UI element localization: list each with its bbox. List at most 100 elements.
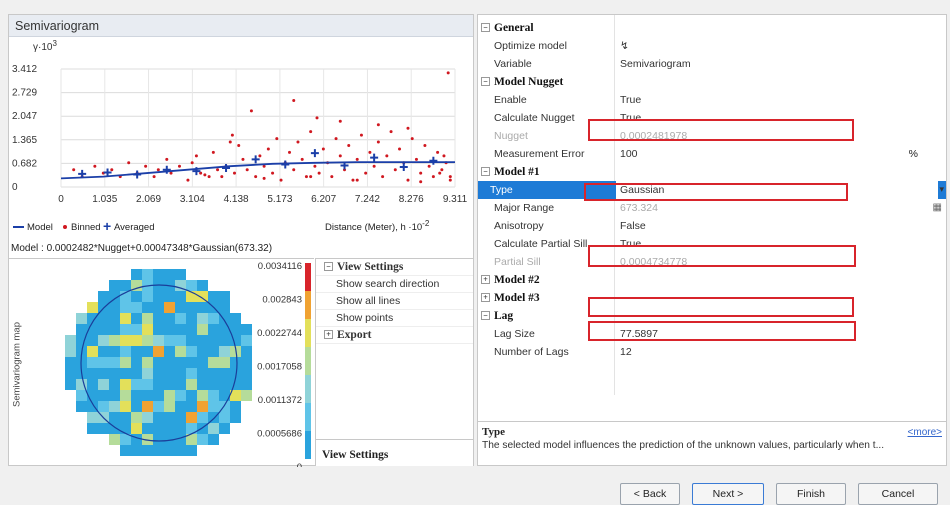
- model-1-category[interactable]: − Model #1: [478, 163, 946, 181]
- map-cell: [175, 412, 186, 423]
- binned-point: [216, 168, 220, 172]
- map-cell: [175, 302, 186, 313]
- map-legend-tick: 0.002843: [262, 295, 302, 306]
- binned-point: [211, 150, 215, 154]
- binned-point: [292, 99, 296, 103]
- map-cell: [164, 269, 175, 280]
- enable-row[interactable]: Enable True: [478, 91, 946, 109]
- map-cell: [186, 412, 197, 423]
- map-cell: [153, 412, 164, 423]
- table-icon[interactable]: ▦: [933, 202, 942, 213]
- next-button[interactable]: Next >: [692, 483, 764, 505]
- map-cell: [131, 335, 142, 346]
- legend-binned-label: Binned: [71, 222, 101, 233]
- map-cell: [241, 368, 252, 379]
- binned-point: [423, 143, 427, 147]
- y-tick-label: 3.412: [12, 64, 37, 75]
- binned-point: [262, 176, 266, 180]
- number-of-lags-row[interactable]: Number of Lags 12: [478, 343, 946, 361]
- map-cell: [142, 302, 153, 313]
- binned-point: [438, 171, 442, 175]
- semivariogram-map[interactable]: 0.0034116 0.002843 0.0022744 0.0017058 0.001…: [9, 259, 314, 467]
- optimize-model-row[interactable]: Optimize model ↯: [478, 37, 946, 55]
- dropdown-arrow-icon[interactable]: ▾: [939, 184, 944, 195]
- expand-icon[interactable]: +: [481, 275, 490, 284]
- finish-button[interactable]: Finish: [776, 483, 846, 505]
- anisotropy-row[interactable]: Anisotropy False: [478, 217, 946, 235]
- map-cell: [230, 412, 241, 423]
- binned-point: [304, 175, 308, 179]
- map-cell: [120, 302, 131, 313]
- map-cell: [175, 379, 186, 390]
- colorbar-segment: [305, 319, 311, 347]
- binned-point: [448, 178, 452, 182]
- map-cell: [208, 324, 219, 335]
- view-settings-category[interactable]: − View Settings: [316, 259, 473, 276]
- map-cell: [230, 335, 241, 346]
- general-category[interactable]: − General: [478, 19, 946, 37]
- map-cell: [87, 412, 98, 423]
- map-cell: [208, 390, 219, 401]
- view-settings-footer: View Settings: [316, 439, 473, 466]
- map-cell: [98, 423, 109, 434]
- map-legend-tick: 0.0005686: [257, 429, 302, 440]
- averaged-point: [251, 155, 260, 164]
- collapse-icon[interactable]: −: [481, 311, 490, 320]
- map-cell: [120, 445, 131, 456]
- binned-point: [271, 171, 275, 175]
- expand-icon[interactable]: +: [324, 330, 333, 339]
- collapse-icon[interactable]: −: [324, 262, 333, 271]
- variable-row[interactable]: Variable Semivariogram: [478, 55, 946, 73]
- show-all-lines-item[interactable]: Show all lines: [316, 293, 473, 310]
- show-points-item[interactable]: Show points: [316, 310, 473, 327]
- map-cell: [142, 368, 153, 379]
- view-settings-pane: − View Settings Show search direction Sho…: [315, 258, 473, 466]
- map-cell: [197, 412, 208, 423]
- map-cell: [76, 401, 87, 412]
- expand-icon[interactable]: +: [481, 293, 490, 302]
- map-cell: [76, 390, 87, 401]
- map-cell: [87, 346, 98, 357]
- map-cell: [175, 291, 186, 302]
- binned-point: [288, 150, 292, 154]
- map-cell: [109, 302, 120, 313]
- collapse-icon[interactable]: −: [481, 23, 490, 32]
- map-cell: [208, 335, 219, 346]
- more-link[interactable]: <more>: [908, 427, 942, 438]
- map-cell: [153, 313, 164, 324]
- map-cell: [175, 335, 186, 346]
- measurement-error-row[interactable]: Measurement Error 100%: [478, 145, 946, 163]
- export-category[interactable]: + Export: [316, 327, 473, 344]
- binned-point: [245, 168, 249, 172]
- binned-point: [296, 140, 300, 144]
- cancel-button[interactable]: Cancel: [858, 483, 938, 505]
- map-cell: [131, 324, 142, 335]
- map-cell: [197, 390, 208, 401]
- major-range-row[interactable]: Major Range 673.324 ▦: [478, 199, 946, 217]
- model-2-category[interactable]: + Model #2: [478, 271, 946, 289]
- map-cell: [186, 346, 197, 357]
- x-tick-label: 5.173: [267, 194, 292, 205]
- back-button[interactable]: < Back: [620, 483, 680, 505]
- map-cell: [164, 379, 175, 390]
- highlight-box-type: [584, 183, 848, 201]
- x-tick-label: 4.138: [224, 194, 249, 205]
- map-cell: [164, 357, 175, 368]
- binned-point: [165, 157, 169, 161]
- collapse-icon[interactable]: −: [481, 77, 490, 86]
- map-cell: [120, 324, 131, 335]
- collapse-icon[interactable]: −: [481, 167, 490, 176]
- binned-point: [368, 150, 372, 154]
- map-cell: [76, 324, 87, 335]
- map-cell: [142, 346, 153, 357]
- model-nugget-category[interactable]: − Model Nugget: [478, 73, 946, 91]
- map-cell: [186, 390, 197, 401]
- averaged-point: [222, 163, 231, 172]
- map-cell: [197, 335, 208, 346]
- binned-point: [364, 171, 368, 175]
- x-tick-label: 8.276: [399, 194, 424, 205]
- binned-point: [389, 130, 393, 134]
- show-search-direction-item[interactable]: Show search direction: [316, 276, 473, 293]
- binned-point: [228, 140, 232, 144]
- optimize-icon[interactable]: ↯: [620, 40, 629, 52]
